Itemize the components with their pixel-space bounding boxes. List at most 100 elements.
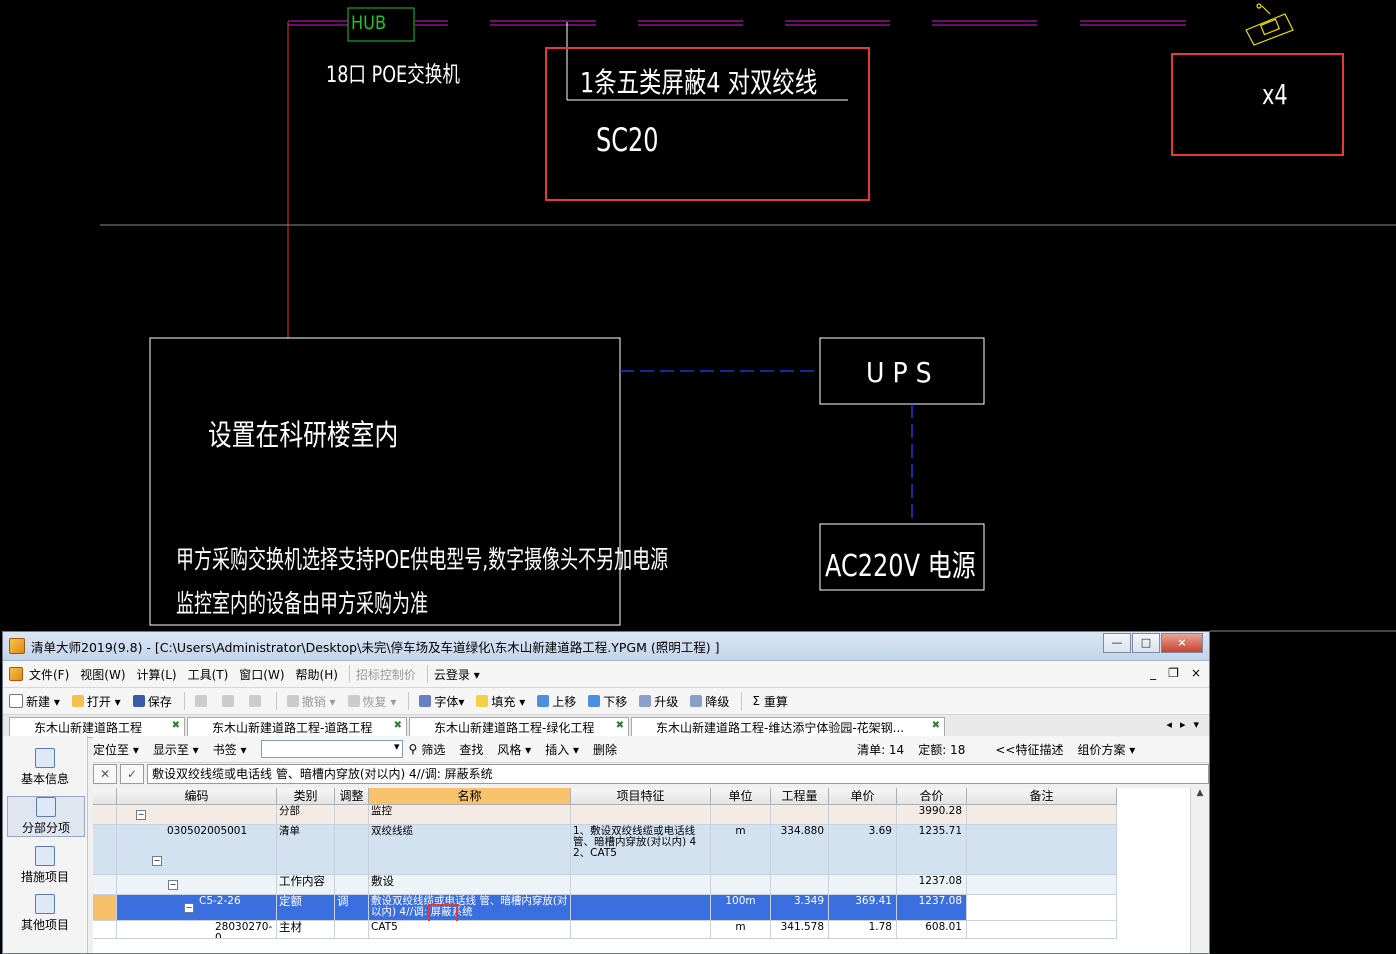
redo-button[interactable]: 恢复 ▾ [347,693,396,710]
move-down-button[interactable]: 下移 [588,693,627,710]
cell-adjust[interactable]: 调 [335,895,369,920]
undo-button[interactable]: 撤销 ▾ [286,693,336,710]
cell-price[interactable]: 369.41 [829,895,897,920]
maximize-button[interactable]: □ [1132,633,1160,653]
fill-button[interactable]: 填充 ▾ [476,693,525,710]
downgrade-button[interactable]: 降级 [690,693,729,710]
cell-unit[interactable]: m [711,921,771,938]
tab-next-icon[interactable]: ▸ [1180,718,1186,731]
font-button[interactable]: 字体▾ [419,693,464,710]
cell-remark[interactable] [967,805,1117,824]
minimize-button[interactable]: — [1103,633,1131,653]
cut-button[interactable] [194,695,210,707]
open-button[interactable]: 打开 ▾ [71,693,121,710]
cell-code[interactable]: 030502005001 [117,825,277,874]
tab-road[interactable]: 东木山新建道路工程-道路工程 ✖ [187,717,407,737]
cell-remark[interactable] [967,825,1117,874]
cell-remark[interactable] [967,921,1117,938]
cell-code[interactable]: 28030270-0 [117,921,277,938]
tab-pergola[interactable]: 东木山新建道路工程-维达添宁体验园-花架钢... ✖ [631,717,945,737]
recalc-button[interactable]: Σ 重算 [752,693,788,710]
tab-list-icon[interactable]: ▾ [1193,718,1199,731]
cell-name[interactable]: 监控 [369,805,571,824]
cell-name[interactable]: 敷设 [369,875,571,894]
cell-qty[interactable]: 341.578 [771,921,829,938]
cell-price[interactable] [829,875,897,894]
table-row-main-material[interactable]: 28030270-0 主材 CAT5 m 341.578 1.78 608.01 [93,921,1117,939]
menu-file[interactable]: 文件(F) [29,666,69,683]
cell-type[interactable]: 清单 [277,825,335,874]
table-row-division[interactable]: 分部 监控 3990.28 [93,805,1117,825]
cell-adjust[interactable] [335,825,369,874]
paste-button[interactable] [248,695,264,707]
filter-button[interactable]: 筛选 [421,741,445,758]
cell-total[interactable]: 3990.28 [897,805,967,824]
search-icon[interactable]: ⚲ [409,742,418,756]
locate-button[interactable]: 定位至 ▾ [93,741,139,758]
tab-prev-icon[interactable]: ◂ [1166,718,1172,731]
grid-vertical-scrollbar[interactable]: ▲ [1190,788,1209,953]
find-button[interactable]: 查找 [459,741,483,758]
scroll-up-icon[interactable]: ▲ [1191,788,1209,798]
save-button[interactable]: 保存 [132,693,172,710]
cell-type[interactable]: 工作内容 [277,875,335,894]
cell-name[interactable]: CAT5 [369,921,571,938]
cell-feature[interactable] [571,805,711,824]
header-total[interactable]: 合价 [897,788,967,804]
menu-cloud-login[interactable]: 云登录 ▾ [434,666,480,683]
cell-remark[interactable] [967,875,1117,894]
mdi-restore-button[interactable]: ❐ [1168,666,1179,680]
cell-code[interactable]: C5-2-26 [117,895,277,920]
tab-road-close-icon[interactable]: ✖ [394,720,402,731]
collapse-division-icon[interactable]: − [136,810,146,820]
style-button[interactable]: 风格 ▾ [497,741,531,758]
menu-view[interactable]: 视图(W) [80,666,125,683]
cell-qty[interactable] [771,805,829,824]
cell-unit[interactable] [711,875,771,894]
cell-qty[interactable]: 3.349 [771,895,829,920]
mdi-close-button[interactable]: × [1191,666,1201,680]
upgrade-button[interactable]: 升级 [639,693,678,710]
tab-greening[interactable]: 东木山新建道路工程-绿化工程 ✖ [409,717,629,737]
menu-calc[interactable]: 计算(L) [137,666,177,683]
cell-adjust[interactable] [335,805,369,824]
cell-qty[interactable] [771,875,829,894]
tab-project-close-icon[interactable]: ✖ [172,720,180,731]
cell-price[interactable]: 1.78 [829,921,897,938]
header-remark[interactable]: 备注 [967,788,1117,804]
cell-adjust[interactable] [335,921,369,938]
nav-measures[interactable]: 措施项目 [7,846,83,885]
cell-name[interactable]: 双绞线缆 [369,825,571,874]
header-adjust[interactable]: 调整 [335,788,369,804]
cell-code[interactable] [117,875,277,894]
header-qty[interactable]: 工程量 [771,788,829,804]
cell-price[interactable]: 3.69 [829,825,897,874]
confirm-edit-button[interactable]: ✓ [120,764,144,784]
tab-greening-close-icon[interactable]: ✖ [616,720,624,731]
cell-unit[interactable]: m [711,825,771,874]
collapse-bill-item-icon[interactable]: − [152,856,162,866]
cell-type[interactable]: 分部 [277,805,335,824]
edit-field[interactable]: 敷设双绞线缆或电话线 管、暗槽内穿放(对以内) 4//调: 屏蔽系统 [147,764,1209,784]
nav-sub-items[interactable]: 分部分项 [7,796,85,837]
close-button[interactable]: × [1161,633,1203,653]
copy-button[interactable] [221,695,237,707]
cell-type[interactable]: 定额 [277,895,335,920]
cell-total[interactable]: 1237.08 [897,895,967,920]
collapse-quota-icon[interactable]: − [184,903,194,913]
show-level-button[interactable]: 显示至 ▾ [153,741,199,758]
collapse-work-content-icon[interactable]: − [168,880,178,890]
table-row-quota-selected[interactable]: C5-2-26 定额 调 敷设双绞线缆或电话线 管、暗槽内穿放(对以内) 4//… [93,895,1117,921]
cell-total[interactable]: 1235.71 [897,825,967,874]
search-combo[interactable] [260,740,403,758]
cell-total[interactable]: 1237.08 [897,875,967,894]
header-price[interactable]: 单价 [829,788,897,804]
tab-pergola-close-icon[interactable]: ✖ [932,720,940,731]
pricing-plan-button[interactable]: 组价方案 ▾ [1077,741,1135,758]
header-code[interactable]: 编码 [117,788,277,804]
cell-qty[interactable]: 334.880 [771,825,829,874]
header-type[interactable]: 类别 [277,788,335,804]
menu-help[interactable]: 帮助(H) [296,666,338,683]
delete-button[interactable]: 删除 [593,741,617,758]
header-unit[interactable]: 单位 [711,788,771,804]
